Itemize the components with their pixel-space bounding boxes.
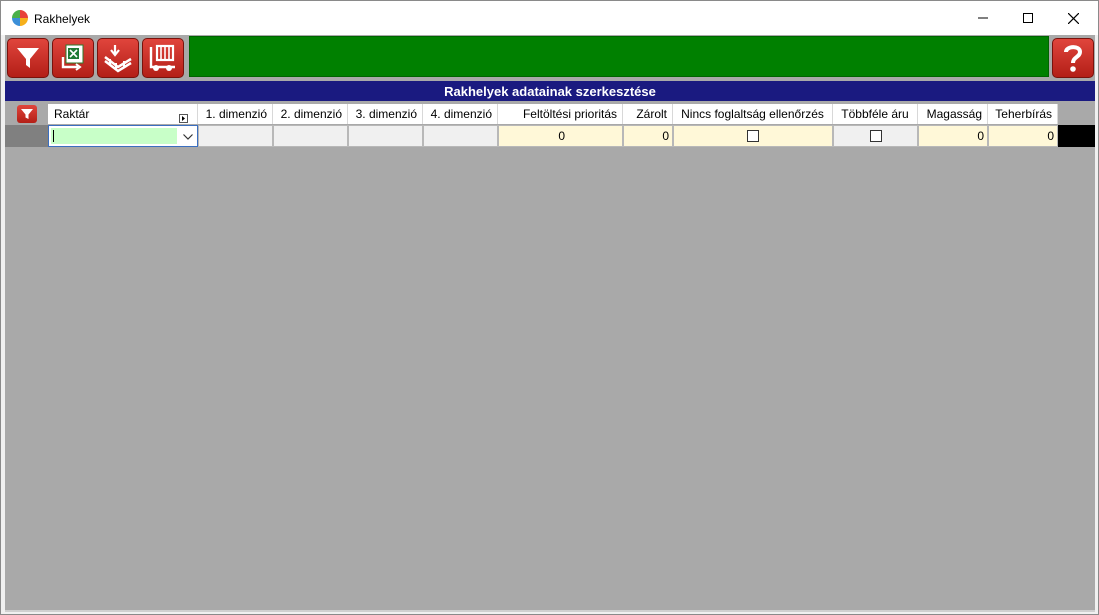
excel-export-button[interactable] xyxy=(52,38,94,78)
filter-button[interactable] xyxy=(7,38,49,78)
chevron-down-icon xyxy=(183,134,193,140)
zarolt-cell[interactable]: 0 xyxy=(623,125,673,147)
dim1-cell[interactable] xyxy=(198,125,273,147)
window-title: Rakhelyek xyxy=(34,12,91,26)
column-header-prioritas[interactable]: Feltöltési prioritás xyxy=(498,104,623,124)
toolbar xyxy=(5,35,1095,81)
app-window: Rakhelyek Rakhelyek adatainak szerkeszté… xyxy=(0,0,1099,615)
raktar-input[interactable] xyxy=(51,128,177,144)
minimize-button[interactable] xyxy=(960,1,1006,35)
column-header-dim3[interactable]: 3. dimenzió xyxy=(348,104,423,124)
column-header-magassag[interactable]: Magasság xyxy=(918,104,988,124)
filter-icon xyxy=(17,48,39,68)
dim4-cell[interactable] xyxy=(423,125,498,147)
raktar-combobox[interactable] xyxy=(48,125,198,147)
nincs-checkbox-cell xyxy=(673,125,833,147)
text-cursor xyxy=(53,130,54,142)
forklift-button[interactable] xyxy=(142,38,184,78)
column-label: Többféle áru xyxy=(841,107,909,121)
column-header-teherbiras[interactable]: Teherbírás xyxy=(988,104,1058,124)
column-label: Magasság xyxy=(926,107,982,121)
pallet-icon xyxy=(104,45,132,73)
column-label: Teherbírás xyxy=(995,107,1052,121)
row-selector[interactable] xyxy=(5,125,48,147)
form-header: Rakhelyek adatainak szerkesztése xyxy=(5,81,1095,101)
column-label: 3. dimenzió xyxy=(355,107,417,121)
question-mark-icon xyxy=(1064,45,1083,72)
magassag-cell[interactable]: 0 xyxy=(918,125,988,147)
column-label: 4. dimenzió xyxy=(430,107,492,121)
tobbfele-checkbox-cell xyxy=(833,125,918,147)
column-header-raktar[interactable]: Raktár xyxy=(48,104,198,124)
app-logo-icon xyxy=(12,10,28,26)
nincs-checkbox[interactable] xyxy=(747,130,759,142)
forklift-icon xyxy=(149,44,175,71)
column-label: Zárolt xyxy=(636,107,667,121)
column-header-zarolt[interactable]: Zárolt xyxy=(623,104,673,124)
help-button[interactable] xyxy=(1052,38,1094,78)
row-end-marker xyxy=(1058,125,1095,147)
filter-icon xyxy=(21,109,33,119)
column-label: Nincs foglaltság ellenőrzés xyxy=(681,107,824,121)
column-label: 2. dimenzió xyxy=(280,107,342,121)
column-label: 1. dimenzió xyxy=(205,107,267,121)
column-label: Raktár xyxy=(54,107,90,121)
close-button[interactable] xyxy=(1050,1,1096,35)
column-header-tobbfele[interactable]: Többféle áru xyxy=(833,104,918,124)
dim3-cell[interactable] xyxy=(348,125,423,147)
status-bar xyxy=(189,36,1049,77)
excel-icon xyxy=(61,44,84,71)
prioritas-cell[interactable]: 0 xyxy=(498,125,623,147)
expand-arrow-icon xyxy=(179,114,188,123)
header-filler xyxy=(1058,104,1095,124)
data-grid: Raktár 1. dimenzió 2. dimenzió 3. dimenz… xyxy=(5,101,1095,612)
column-header-dim2[interactable]: 2. dimenzió xyxy=(273,104,348,124)
column-header-nincs[interactable]: Nincs foglaltság ellenőrzés xyxy=(673,104,833,124)
grid-filter-button[interactable] xyxy=(17,105,37,123)
maximize-icon xyxy=(1023,13,1033,23)
column-header-dim1[interactable]: 1. dimenzió xyxy=(198,104,273,124)
pallet-in-button[interactable] xyxy=(97,38,139,78)
column-header-dim4[interactable]: 4. dimenzió xyxy=(423,104,498,124)
teherbiras-cell[interactable]: 0 xyxy=(988,125,1058,147)
close-icon xyxy=(1067,12,1079,24)
title-bar: Rakhelyek xyxy=(1,1,1098,35)
minimize-icon xyxy=(978,17,988,19)
dim2-cell[interactable] xyxy=(273,125,348,147)
maximize-button[interactable] xyxy=(1005,1,1051,35)
column-label: Feltöltési prioritás xyxy=(522,107,617,121)
tobbfele-checkbox[interactable] xyxy=(869,130,882,142)
